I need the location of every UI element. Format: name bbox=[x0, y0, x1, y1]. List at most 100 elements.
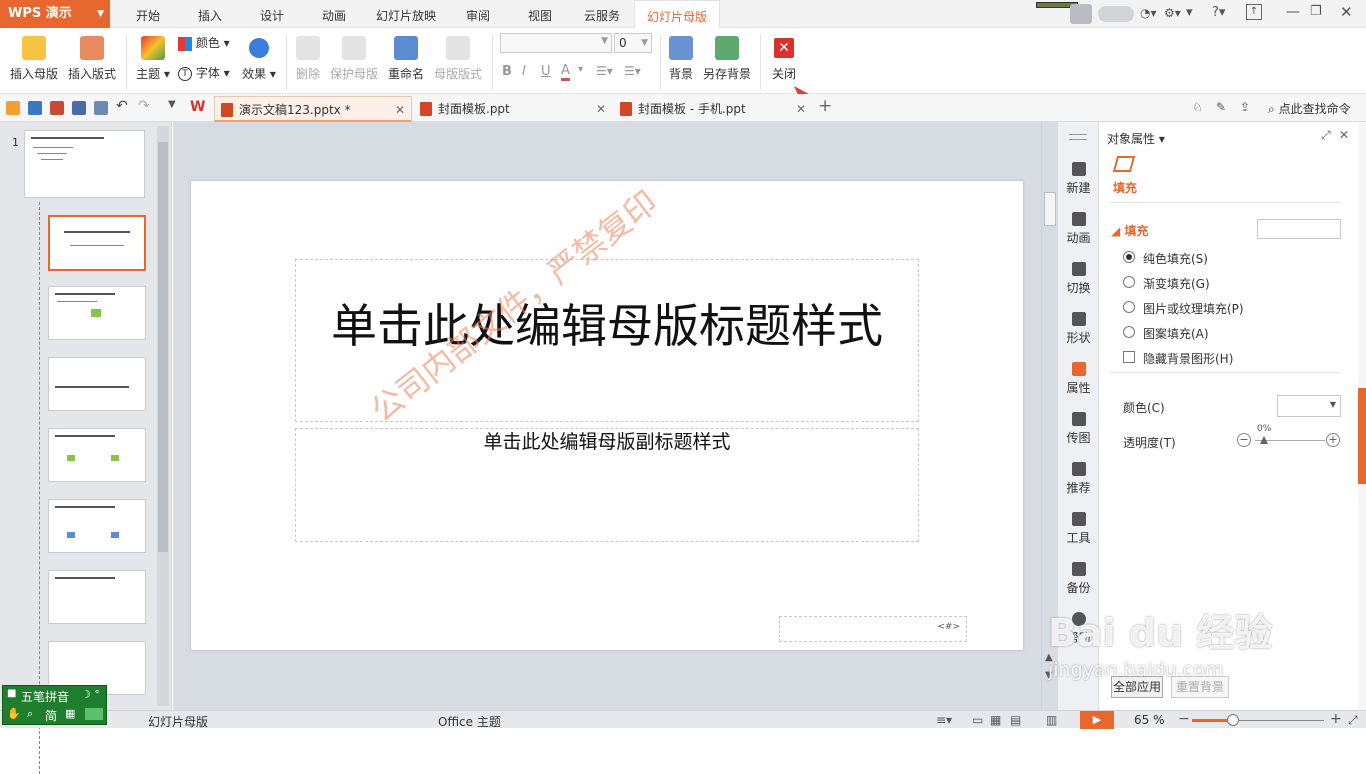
export-pdf-icon[interactable] bbox=[50, 101, 64, 115]
grid-view-icon[interactable]: ▤ bbox=[1010, 713, 1021, 727]
format-painter-icon[interactable]: ♘ bbox=[1192, 100, 1203, 114]
redo-icon[interactable]: ↷ bbox=[138, 98, 150, 114]
ime-mode[interactable]: 简 bbox=[45, 707, 57, 724]
command-search[interactable]: ⌕ 点此查找命令 bbox=[1268, 100, 1351, 117]
zoom-in-icon[interactable]: + bbox=[1330, 711, 1342, 727]
scroll-thumb[interactable] bbox=[1044, 192, 1056, 226]
zoom-slider[interactable] bbox=[1192, 719, 1324, 722]
color-button[interactable]: 颜色 ▾ bbox=[178, 34, 230, 52]
master-thumbnail[interactable] bbox=[24, 130, 145, 198]
background-button[interactable]: 背景 bbox=[666, 36, 696, 82]
new-tab-icon[interactable]: + bbox=[818, 96, 832, 116]
tab-insert[interactable]: 插入 bbox=[182, 0, 238, 28]
zoom-slider-thumb[interactable] bbox=[1227, 714, 1239, 726]
tab-view[interactable]: 视图 bbox=[512, 0, 568, 28]
print-icon[interactable] bbox=[72, 101, 86, 115]
doc-tab[interactable]: 封面模板.ppt ✕ bbox=[414, 96, 612, 122]
ime-hand-icon[interactable]: ✋ bbox=[7, 707, 21, 720]
radio-picture-fill[interactable]: 图片或纹理填充(P) bbox=[1123, 300, 1244, 317]
page-number-placeholder[interactable]: <#> bbox=[779, 616, 967, 642]
ime-grid-icon[interactable]: ▦ bbox=[65, 707, 75, 720]
layout-thumbnail[interactable] bbox=[48, 499, 146, 553]
doc-tab-active[interactable]: 演示文稿123.pptx * ✕ bbox=[214, 96, 412, 122]
previous-slide-icon[interactable]: ▲ bbox=[1045, 652, 1053, 663]
tool-animation[interactable]: 动画 bbox=[1058, 212, 1099, 246]
doc-tab[interactable]: 封面模板 - 手机.ppt ✕ bbox=[614, 96, 812, 122]
tool-recommend[interactable]: 推荐 bbox=[1058, 462, 1099, 496]
close-pane-icon[interactable]: ✕ bbox=[1339, 128, 1349, 142]
fill-preview-box[interactable] bbox=[1257, 219, 1341, 239]
pane-collapse-handle[interactable] bbox=[1358, 388, 1366, 484]
subtitle-placeholder[interactable]: 单击此处编辑母版副标题样式 bbox=[295, 428, 919, 542]
fill-section[interactable]: ◢ 填充 bbox=[1111, 222, 1148, 239]
increase-transparency-icon[interactable]: + bbox=[1326, 433, 1340, 447]
dock-icon[interactable]: ⤢ bbox=[1321, 128, 1331, 143]
insert-master-button[interactable]: 插入母版 bbox=[8, 36, 60, 82]
close-tab-icon[interactable]: ✕ bbox=[395, 97, 405, 123]
close-master-button[interactable]: ✕ 关闭 bbox=[768, 36, 800, 82]
save-icon[interactable] bbox=[28, 101, 42, 115]
decrease-transparency-icon[interactable]: − bbox=[1237, 433, 1251, 447]
effect-button[interactable]: 效果 ▾ bbox=[240, 36, 278, 82]
settings-icon[interactable]: ⚙▾ bbox=[1164, 6, 1181, 20]
layout-thumbnail[interactable] bbox=[48, 570, 146, 624]
wps-home-icon[interactable]: W bbox=[190, 99, 205, 115]
layout-thumbnail[interactable] bbox=[48, 286, 146, 340]
tab-home[interactable]: 开始 bbox=[120, 0, 176, 28]
status-theme[interactable]: Office 主题 bbox=[438, 713, 501, 730]
normal-view-icon[interactable]: ▭ bbox=[972, 713, 983, 727]
tab-fill[interactable]: 填充 bbox=[1113, 179, 1137, 196]
font-color-icon[interactable]: A bbox=[561, 63, 570, 81]
tab-design[interactable]: 设计 bbox=[244, 0, 300, 28]
font-button[interactable]: T 字体 ▾ bbox=[178, 64, 230, 82]
brush-icon[interactable]: ✎ bbox=[1216, 100, 1226, 114]
color-dropdown[interactable]: ▼ bbox=[1277, 395, 1341, 417]
tab-animation[interactable]: 动画 bbox=[306, 0, 362, 28]
print-preview-icon[interactable] bbox=[94, 101, 108, 115]
delete-button[interactable]: 删除 bbox=[292, 36, 324, 82]
next-slide-icon[interactable]: ▼ bbox=[1045, 670, 1053, 681]
pane-header[interactable]: 对象属性 ▾ bbox=[1107, 130, 1165, 147]
customize-toolbar-icon[interactable]: ▼ bbox=[168, 99, 176, 110]
skin-icon[interactable]: ◔▾ bbox=[1140, 6, 1157, 20]
bold-icon[interactable]: B bbox=[502, 64, 512, 79]
thumbnail-scrollbar[interactable] bbox=[157, 126, 169, 706]
ime-punctuation-icon[interactable]: ☽ ° bbox=[81, 688, 100, 701]
open-folder-icon[interactable] bbox=[6, 101, 20, 115]
radio-pattern-fill[interactable]: 图案填充(A) bbox=[1123, 325, 1209, 342]
shirt-icon[interactable]: ▾ bbox=[1186, 5, 1193, 20]
tab-slideshow[interactable]: 幻灯片放映 bbox=[368, 0, 444, 28]
font-name-input[interactable]: ▼ bbox=[500, 33, 612, 53]
undo-icon[interactable]: ↶ bbox=[116, 98, 128, 114]
minimize-icon[interactable]: — bbox=[1286, 4, 1300, 20]
sorter-view-icon[interactable]: ▦ bbox=[990, 713, 1001, 727]
close-window-icon[interactable]: ✕ bbox=[1340, 3, 1353, 21]
ime-search-icon[interactable]: ⌕ bbox=[27, 707, 33, 721]
ime-toolbar[interactable]: ■ 五笔拼音 ☽ ° ✋ ⌕ 简 ▦ bbox=[2, 685, 107, 725]
rename-button[interactable]: 重命名 bbox=[386, 36, 426, 82]
protect-master-button[interactable]: 保护母版 bbox=[328, 36, 380, 82]
layout-thumbnail[interactable] bbox=[48, 428, 146, 482]
tool-upload-image[interactable]: 传图 bbox=[1058, 412, 1099, 446]
font-size-input[interactable]: 0 ▼ bbox=[614, 33, 652, 53]
theme-button[interactable]: 主题 ▾ bbox=[134, 36, 172, 82]
slider-thumb[interactable] bbox=[1260, 436, 1268, 444]
tool-tools[interactable]: 工具 bbox=[1058, 512, 1099, 546]
close-tab-icon[interactable]: ✕ bbox=[596, 96, 606, 122]
share-icon[interactable]: ⇪ bbox=[1240, 100, 1250, 114]
italic-icon[interactable]: I bbox=[522, 64, 526, 79]
underline-icon[interactable]: U bbox=[541, 64, 551, 79]
tab-slide-master[interactable]: 幻灯片母版 bbox=[634, 0, 720, 29]
close-tab-icon[interactable]: ✕ bbox=[796, 96, 806, 122]
reading-view-icon[interactable]: ▥ bbox=[1046, 713, 1057, 727]
layout-thumbnail-selected[interactable] bbox=[48, 215, 146, 271]
layout-thumbnail[interactable] bbox=[48, 357, 146, 411]
bullets-icon[interactable]: ☰▾ bbox=[596, 64, 613, 78]
tool-transition[interactable]: 切换 bbox=[1058, 262, 1099, 296]
tool-new[interactable]: 新建 bbox=[1058, 162, 1099, 196]
ime-keyboard-icon[interactable] bbox=[85, 708, 103, 720]
apply-all-button[interactable]: 全部应用 bbox=[1111, 676, 1163, 698]
account-name-blur[interactable] bbox=[1098, 6, 1134, 22]
tool-help[interactable]: 帮助 bbox=[1058, 612, 1099, 646]
hide-background-checkbox[interactable]: 隐藏背景图形(H) bbox=[1123, 350, 1233, 367]
